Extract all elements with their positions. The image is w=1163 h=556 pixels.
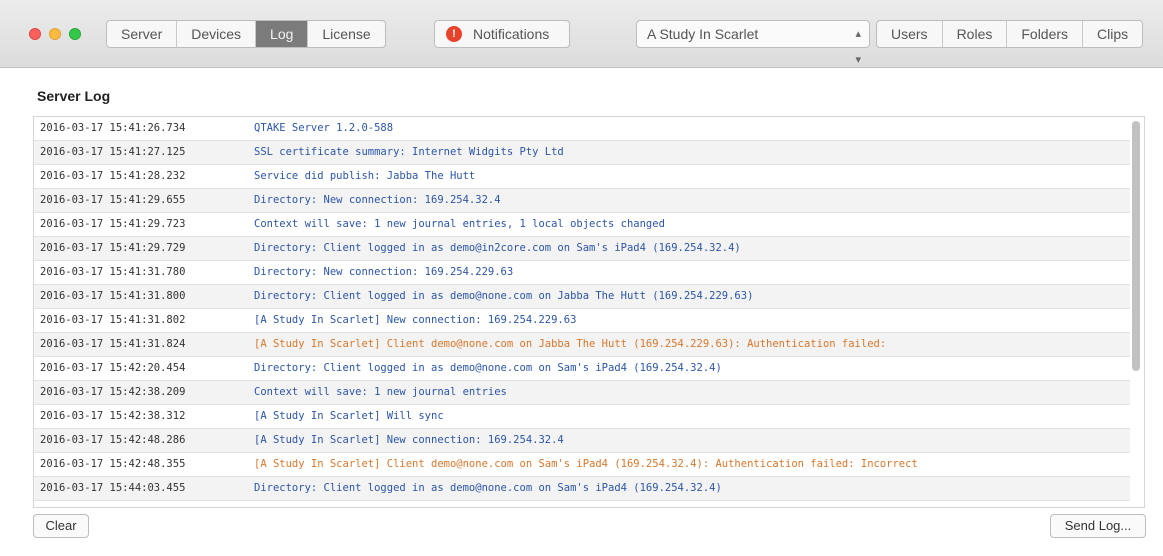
log-message: SSL certificate summary: Internet Widgit…: [254, 146, 564, 158]
log-message: [A Study In Scarlet] Client demo@none.co…: [254, 338, 887, 350]
log-row[interactable]: 2016-03-17 15:42:38.312 [A Study In Scarl…: [34, 405, 1130, 429]
notifications-button[interactable]: ! Notifications: [434, 20, 570, 48]
log-message: Directory: Client logged in as demo@in2c…: [254, 242, 741, 254]
log-timestamp: 2016-03-17 15:42:38.209: [40, 386, 186, 398]
project-select-value: A Study In Scarlet: [647, 26, 759, 42]
toolbar: Server Devices Log License ! Notificatio…: [0, 0, 1163, 68]
log-row[interactable]: 2016-03-17 15:42:38.209 Context will save…: [34, 381, 1130, 405]
log-message: Directory: Client logged in as demo@none…: [254, 290, 754, 302]
log-row[interactable]: 2016-03-17 15:41:31.802 [A Study In Scarl…: [34, 309, 1130, 333]
log-timestamp: 2016-03-17 15:41:31.824: [40, 338, 186, 350]
log-row[interactable]: 2016-03-17 15:41:29.729 Directory: Client…: [34, 237, 1130, 261]
log-message: Context will save: 1 new journal entries…: [254, 218, 665, 230]
zoom-window-button[interactable]: [69, 28, 81, 40]
log-row[interactable]: 2016-03-17 15:41:29.723 Context will save…: [34, 213, 1130, 237]
log-row[interactable]: 2016-03-17 15:42:48.355 [A Study In Scarl…: [34, 453, 1130, 477]
notifications-label: Notifications: [473, 26, 550, 42]
main-tabs: Server Devices Log License: [106, 20, 386, 48]
send-log-button[interactable]: Send Log...: [1050, 514, 1146, 538]
log-timestamp: 2016-03-17 15:42:20.454: [40, 362, 186, 374]
log-timestamp: 2016-03-17 15:41:29.723: [40, 218, 186, 230]
log-message: Directory: New connection: 169.254.32.4: [254, 194, 501, 206]
log-timestamp: 2016-03-17 15:42:48.286: [40, 434, 186, 446]
log-timestamp: 2016-03-17 15:41:31.800: [40, 290, 186, 302]
log-timestamp: 2016-03-17 15:41:29.729: [40, 242, 186, 254]
log-message: [A Study In Scarlet] New connection: 169…: [254, 434, 564, 446]
log-table[interactable]: 2016-03-17 15:44:03.455 Directory: Client…: [33, 116, 1145, 508]
tab-license[interactable]: License: [308, 21, 384, 47]
log-scrollbar[interactable]: [1132, 121, 1140, 371]
log-message: QTAKE Server 1.2.0-588: [254, 122, 394, 134]
log-row[interactable]: 2016-03-17 15:42:20.454 Directory: Client…: [34, 357, 1130, 381]
log-timestamp: 2016-03-17 15:42:48.355: [40, 458, 186, 470]
log-row[interactable]: 2016-03-17 15:41:31.824 [A Study In Scarl…: [34, 333, 1130, 357]
tab-server[interactable]: Server: [107, 21, 178, 47]
tab-log[interactable]: Log: [256, 21, 309, 47]
log-row[interactable]: 2016-03-17 15:41:27.125 SSL certificate s…: [34, 141, 1130, 165]
clear-button[interactable]: Clear: [33, 514, 89, 538]
log-row[interactable]: 2016-03-17 15:41:26.734 QTAKE Server 1.2.…: [34, 117, 1130, 141]
log-row[interactable]: 2016-03-17 15:41:31.780 Directory: New co…: [34, 261, 1130, 285]
log-timestamp: 2016-03-17 15:41:29.655: [40, 194, 186, 206]
log-row[interactable]: 2016-03-17 15:41:31.800 Directory: Client…: [34, 285, 1130, 309]
server-log-window: Server Devices Log License ! Notificatio…: [0, 0, 1163, 556]
log-message: Context will save: 1 new journal entries: [254, 386, 507, 398]
log-row[interactable]: 2016-03-17 15:44:03.455 Directory: Client…: [34, 477, 1130, 501]
log-timestamp: 2016-03-17 15:41:28.232: [40, 170, 186, 182]
log-timestamp: 2016-03-17 15:44:03.455: [40, 482, 186, 494]
tab-clips[interactable]: Clips: [1083, 21, 1142, 47]
log-row[interactable]: 2016-03-17 15:42:48.286 [A Study In Scarl…: [34, 429, 1130, 453]
project-select[interactable]: A Study In Scarlet ▴ ▾: [636, 20, 870, 66]
log-row[interactable]: 2016-03-17 15:41:28.232 Service did publi…: [34, 165, 1130, 189]
log-message: Directory: New connection: 169.254.229.6…: [254, 266, 514, 278]
tab-roles[interactable]: Roles: [943, 21, 1008, 47]
log-timestamp: 2016-03-17 15:41:31.780: [40, 266, 186, 278]
notification-alert-icon: !: [446, 26, 462, 42]
updown-chevron-icon: ▴ ▾: [855, 28, 861, 66]
tab-folders[interactable]: Folders: [1007, 21, 1084, 47]
minimize-window-button[interactable]: [49, 28, 61, 40]
tab-devices[interactable]: Devices: [177, 21, 257, 47]
log-message: Directory: Client logged in as demo@none…: [254, 482, 722, 494]
log-timestamp: 2016-03-17 15:41:26.734: [40, 122, 186, 134]
log-message: Service did publish: Jabba The Hutt: [254, 170, 476, 182]
log-timestamp: 2016-03-17 15:42:38.312: [40, 410, 186, 422]
project-tabs: Users Roles Folders Clips: [876, 20, 1144, 48]
log-message: [A Study In Scarlet] Client demo@none.co…: [254, 458, 918, 470]
tab-users[interactable]: Users: [877, 21, 943, 47]
log-message: [A Study In Scarlet] New connection: 169…: [254, 314, 577, 326]
log-timestamp: 2016-03-17 15:41:27.125: [40, 146, 186, 158]
log-message: [A Study In Scarlet] Will sync: [254, 410, 444, 422]
close-window-button[interactable]: [29, 28, 41, 40]
page-title: Server Log: [37, 88, 111, 104]
log-timestamp: 2016-03-17 15:41:31.802: [40, 314, 186, 326]
log-message: Directory: Client logged in as demo@none…: [254, 362, 722, 374]
log-row[interactable]: 2016-03-17 15:41:29.655 Directory: New co…: [34, 189, 1130, 213]
